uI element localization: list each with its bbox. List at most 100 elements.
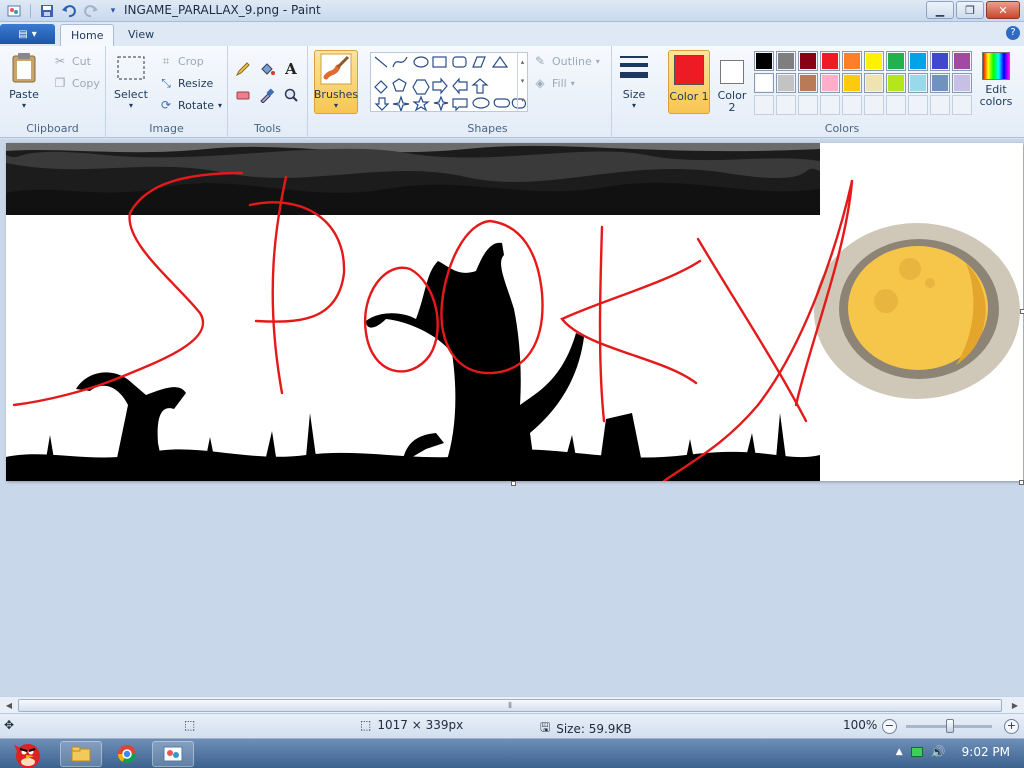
paste-button[interactable]: Paste ▾ [8, 52, 40, 110]
network-icon[interactable] [910, 747, 923, 757]
colors-group: Edit colors Colors [752, 46, 1024, 138]
zoom-slider-thumb[interactable] [946, 719, 954, 733]
taskbar-chrome[interactable] [106, 741, 148, 767]
palette-empty-slot[interactable] [864, 95, 884, 115]
fill-button[interactable]: ◈ Fill ▾ [532, 74, 575, 92]
palette-swatch [888, 53, 904, 69]
tab-home[interactable]: Home [60, 24, 115, 46]
palette-color[interactable] [842, 51, 862, 71]
close-button[interactable]: ✕ [986, 1, 1020, 19]
start-button[interactable] [4, 739, 48, 768]
palette-color[interactable] [842, 73, 862, 93]
show-hidden-icons[interactable]: ▲ [896, 747, 903, 757]
select-label: Select [114, 88, 148, 101]
file-size-text: Size: 59.9KB [556, 721, 632, 736]
palette-empty-slot[interactable] [908, 95, 928, 115]
palette-color[interactable] [820, 73, 840, 93]
zoom-level-text: 100% [843, 718, 878, 732]
size-label: Size [622, 88, 646, 101]
palette-color[interactable] [930, 51, 950, 71]
redo-icon[interactable] [81, 2, 101, 20]
moon-crater [899, 258, 921, 280]
palette-empty-slot[interactable] [798, 95, 818, 115]
palette-color[interactable] [798, 73, 818, 93]
horizontal-scrollbar[interactable]: ◀ ⦀ ▶ [0, 696, 1024, 713]
palette-empty-slot[interactable] [776, 95, 796, 115]
palette-empty-slot[interactable] [754, 95, 774, 115]
volume-icon[interactable]: 🔊 [931, 745, 946, 759]
undo-icon[interactable] [59, 2, 79, 20]
clock[interactable]: 9:02 PM [962, 745, 1010, 759]
color2-button[interactable]: Color 2 [714, 50, 750, 114]
chevron-down-icon: ▾ [218, 100, 223, 110]
help-icon[interactable]: ? [1006, 26, 1020, 40]
pencil-icon[interactable] [232, 58, 254, 80]
palette-empty-slot[interactable] [820, 95, 840, 115]
palette-color[interactable] [864, 73, 884, 93]
taskbar-explorer[interactable] [60, 741, 102, 767]
text-tool-icon[interactable]: A [280, 58, 302, 80]
minimize-button[interactable]: ▁ [926, 1, 954, 19]
taskbar-paint[interactable] [152, 741, 194, 767]
shapes-scroll[interactable]: ▴ ▾ ▾ [517, 53, 527, 111]
brushes-button[interactable]: Brushes ▾ [314, 50, 358, 114]
customize-toolbar-icon[interactable]: ▾ [103, 2, 123, 20]
select-button[interactable]: Select ▾ [114, 52, 148, 110]
paint-menu-button[interactable]: ▤ ▾ [0, 24, 55, 44]
paint-app-icon[interactable] [4, 2, 24, 20]
canvas-workspace[interactable] [0, 139, 1024, 696]
chevron-down-icon: ▾ [128, 101, 133, 110]
palette-color[interactable] [952, 73, 972, 93]
outline-button[interactable]: ✎ Outline ▾ [532, 52, 600, 70]
palette-color[interactable] [820, 51, 840, 71]
palette-color[interactable] [776, 73, 796, 93]
edit-colors-button[interactable]: Edit colors [976, 52, 1016, 116]
resize-handle-right[interactable] [1020, 309, 1024, 314]
palette-color[interactable] [930, 73, 950, 93]
chevron-down-icon: ▾ [570, 78, 575, 88]
drawing-canvas[interactable] [6, 143, 1023, 481]
crop-button[interactable]: ⌗ Crop [158, 52, 204, 70]
palette-empty-slot[interactable] [930, 95, 950, 115]
copy-icon: ❐ [54, 76, 66, 90]
size-button[interactable]: Size ▾ [618, 52, 650, 110]
palette-color[interactable] [886, 51, 906, 71]
zoom-out-button[interactable]: − [882, 719, 897, 734]
palette-color[interactable] [754, 73, 774, 93]
resize-handle-bottom[interactable] [511, 481, 516, 486]
zoom-in-button[interactable]: + [1004, 719, 1019, 734]
resize-button[interactable]: ⤡ Resize [158, 74, 213, 92]
palette-color[interactable] [776, 51, 796, 71]
resize-handle-corner[interactable] [1019, 480, 1024, 485]
color1-button[interactable]: Color 1 [668, 50, 710, 114]
palette-empty-slot[interactable] [952, 95, 972, 115]
scrollbar-thumb[interactable]: ⦀ [18, 699, 1002, 712]
palette-color[interactable] [864, 51, 884, 71]
palette-empty-slot[interactable] [842, 95, 862, 115]
palette-color[interactable] [886, 73, 906, 93]
palette-swatch [866, 53, 882, 69]
palette-color[interactable] [798, 51, 818, 71]
fill-bucket-icon[interactable] [256, 58, 278, 80]
palette-swatch [954, 75, 970, 91]
rotate-button[interactable]: ⟳ Rotate ▾ [158, 96, 222, 114]
palette-empty-slot[interactable] [886, 95, 906, 115]
save-icon[interactable] [37, 2, 57, 20]
magnifier-icon[interactable] [280, 84, 302, 106]
copy-button[interactable]: ❐ Copy [52, 74, 100, 92]
scroll-right-icon[interactable]: ▶ [1008, 699, 1022, 712]
palette-color[interactable] [908, 51, 928, 71]
palette-color[interactable] [908, 73, 928, 93]
eraser-icon[interactable] [232, 84, 254, 106]
system-tray: ▲ 🔊 9:02 PM [896, 745, 1010, 759]
shapes-gallery-icons [374, 55, 527, 111]
image-group-label: Image [149, 122, 184, 135]
palette-color[interactable] [952, 51, 972, 71]
tab-view[interactable]: View [118, 24, 164, 46]
rotate-icon: ⟳ [160, 98, 172, 112]
scroll-left-icon[interactable]: ◀ [2, 699, 16, 712]
maximize-button[interactable]: ❐ [956, 1, 984, 19]
palette-color[interactable] [754, 51, 774, 71]
cut-button[interactable]: ✂ Cut [52, 52, 91, 70]
color-picker-icon[interactable] [256, 84, 278, 106]
